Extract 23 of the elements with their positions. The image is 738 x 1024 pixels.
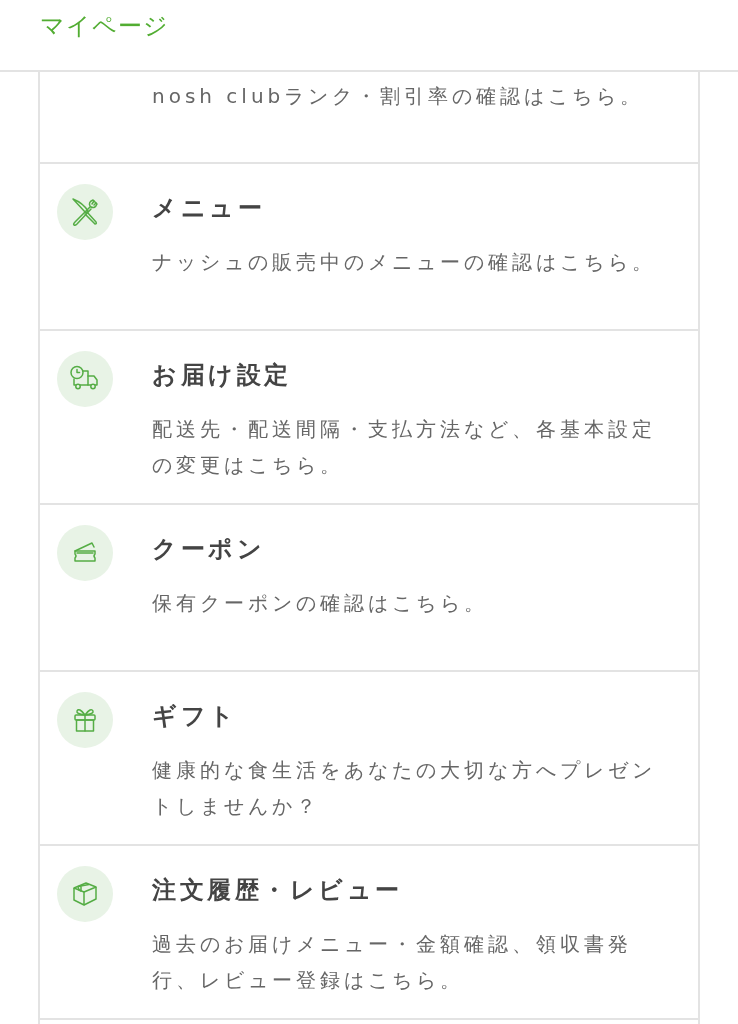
mypage-menu-item[interactable]: ギフト 健康的な食生活をあなたの大切な方へプレゼントしませんか？ <box>38 672 700 846</box>
item-description: nosh clubランク・割引率の確認はこちら。 <box>152 83 646 110</box>
mypage-menu-item[interactable]: 注文履歴・レビュー 過去のお届けメニュー・金額確認、領収書発行、レビュー登録はこちら。 <box>38 846 700 1020</box>
page-title: マイページ <box>40 11 169 42</box>
item-title: 注文履歴・レビュー <box>152 875 404 906</box>
item-title: クーポン <box>152 534 266 565</box>
mypage-menu-item[interactable]: クーポン 保有クーポンの確認はこちら。 <box>38 505 700 672</box>
gift-icon <box>57 692 113 748</box>
ticket-icon <box>57 525 113 581</box>
item-title: ギフト <box>152 701 239 732</box>
item-description: 配送先・配送間隔・支払方法など、各基本設定の変更はこちら。 <box>152 416 657 479</box>
item-title: お届け設定 <box>152 360 293 391</box>
mypage-menu-item[interactable]: nosh clubランク・割引率の確認はこちら。 <box>38 72 700 164</box>
box-icon <box>57 866 113 922</box>
mypage-menu-item[interactable]: お届け設定 配送先・配送間隔・支払方法など、各基本設定の変更はこちら。 <box>38 331 700 505</box>
item-description: 健康的な食生活をあなたの大切な方へプレゼントしませんか？ <box>152 757 657 820</box>
truck-clock-icon <box>57 351 113 407</box>
item-description: ナッシュの販売中のメニューの確認はこちら。 <box>152 249 657 276</box>
item-description: 過去のお届けメニュー・金額確認、領収書発行、レビュー登録はこちら。 <box>152 931 633 994</box>
item-description: 保有クーポンの確認はこちら。 <box>152 590 489 617</box>
mypage-menu-item[interactable]: メニュー ナッシュの販売中のメニューの確認はこちら。 <box>38 164 700 331</box>
fork-knife-icon <box>57 184 113 240</box>
item-title: メニュー <box>152 193 266 224</box>
